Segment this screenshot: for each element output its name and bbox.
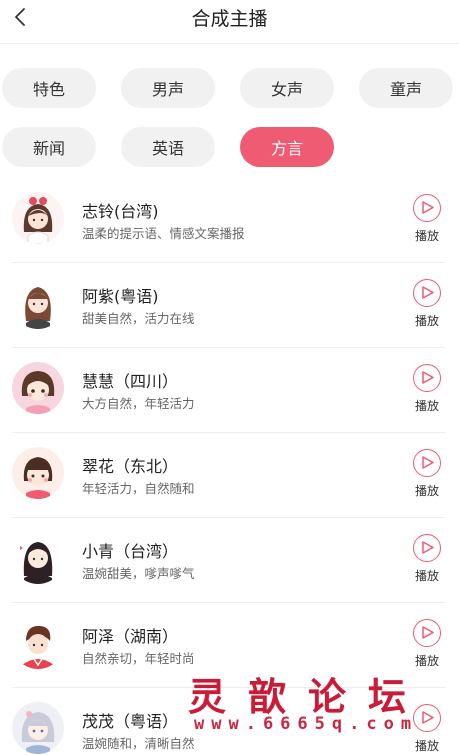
- anchor-name: 小青（台湾）: [82, 542, 179, 561]
- anchor-name: 志铃(台湾): [82, 202, 159, 221]
- play-icon: [413, 449, 441, 477]
- filter-chip-dialect[interactable]: 方言: [240, 127, 334, 167]
- filter-chip-male[interactable]: 男声: [121, 68, 215, 108]
- filter-chip-female[interactable]: 女声: [240, 68, 334, 108]
- avatar: [12, 617, 64, 669]
- anchor-description: 大方自然，年轻活力: [82, 396, 195, 411]
- play-label: 播放: [414, 229, 439, 243]
- avatar: [12, 362, 64, 414]
- play-label: 播放: [414, 314, 439, 328]
- play-icon: [413, 534, 441, 562]
- play-button[interactable]: 播放: [408, 279, 446, 331]
- play-button[interactable]: 播放: [408, 534, 446, 586]
- play-icon: [413, 704, 441, 732]
- filter-chip-child[interactable]: 童声: [359, 68, 453, 108]
- header-bar: 合成主播: [0, 0, 459, 44]
- page-title: 合成主播: [191, 8, 268, 30]
- filter-chip-news[interactable]: 新闻: [2, 127, 96, 167]
- avatar: [12, 532, 64, 584]
- anchor-row[interactable]: 阿泽（湖南） 自然亲切，年轻时尚 播放: [0, 603, 459, 688]
- anchor-name: 翠花（东北）: [82, 457, 179, 476]
- anchor-row[interactable]: 志铃(台湾) 温柔的提示语、情感文案播报 播放: [0, 178, 459, 263]
- avatar: [12, 192, 64, 244]
- play-label: 播放: [414, 654, 439, 668]
- play-button[interactable]: 播放: [408, 194, 446, 246]
- play-button[interactable]: 播放: [408, 619, 446, 671]
- play-button[interactable]: 播放: [408, 364, 446, 416]
- filter-chip-tese[interactable]: 特色: [2, 68, 96, 108]
- play-button[interactable]: 播放: [408, 704, 446, 755]
- anchor-description: 自然亲切，年轻时尚: [82, 651, 195, 666]
- anchor-name: 阿泽（湖南）: [82, 627, 179, 646]
- anchor-row[interactable]: 阿紫(粤语) 甜美自然，活力在线 播放: [0, 263, 459, 348]
- anchor-description: 温婉随和，清晰自然: [82, 736, 195, 751]
- play-icon: [413, 279, 441, 307]
- anchor-row[interactable]: 小青（台湾） 温婉甜美，嗲声嗲气 播放: [0, 518, 459, 603]
- anchor-description: 温婉甜美，嗲声嗲气: [82, 566, 195, 581]
- play-label: 播放: [414, 569, 439, 583]
- avatar: [12, 447, 64, 499]
- play-icon: [413, 194, 441, 222]
- anchor-row[interactable]: 茂茂（粤语） 温婉随和，清晰自然 播放: [0, 688, 459, 755]
- avatar: [12, 702, 64, 754]
- anchor-description: 甜美自然，活力在线: [82, 311, 195, 326]
- play-icon: [413, 364, 441, 392]
- play-label: 播放: [414, 484, 439, 498]
- avatar: [12, 277, 64, 329]
- play-label: 播放: [414, 739, 439, 753]
- play-button[interactable]: 播放: [408, 449, 446, 501]
- anchor-name: 阿紫(粤语): [82, 287, 159, 306]
- filter-chip-english[interactable]: 英语: [121, 127, 215, 167]
- anchor-name: 茂茂（粤语）: [82, 712, 179, 731]
- play-icon: [413, 619, 441, 647]
- anchor-row[interactable]: 翠花（东北） 年轻活力，自然随和 播放: [0, 433, 459, 518]
- anchor-description: 温柔的提示语、情感文案播报: [82, 226, 245, 241]
- anchor-row[interactable]: 慧慧（四川） 大方自然，年轻活力 播放: [0, 348, 459, 433]
- anchor-name: 慧慧（四川）: [82, 372, 179, 391]
- anchor-description: 年轻活力，自然随和: [82, 481, 195, 496]
- play-label: 播放: [414, 399, 439, 413]
